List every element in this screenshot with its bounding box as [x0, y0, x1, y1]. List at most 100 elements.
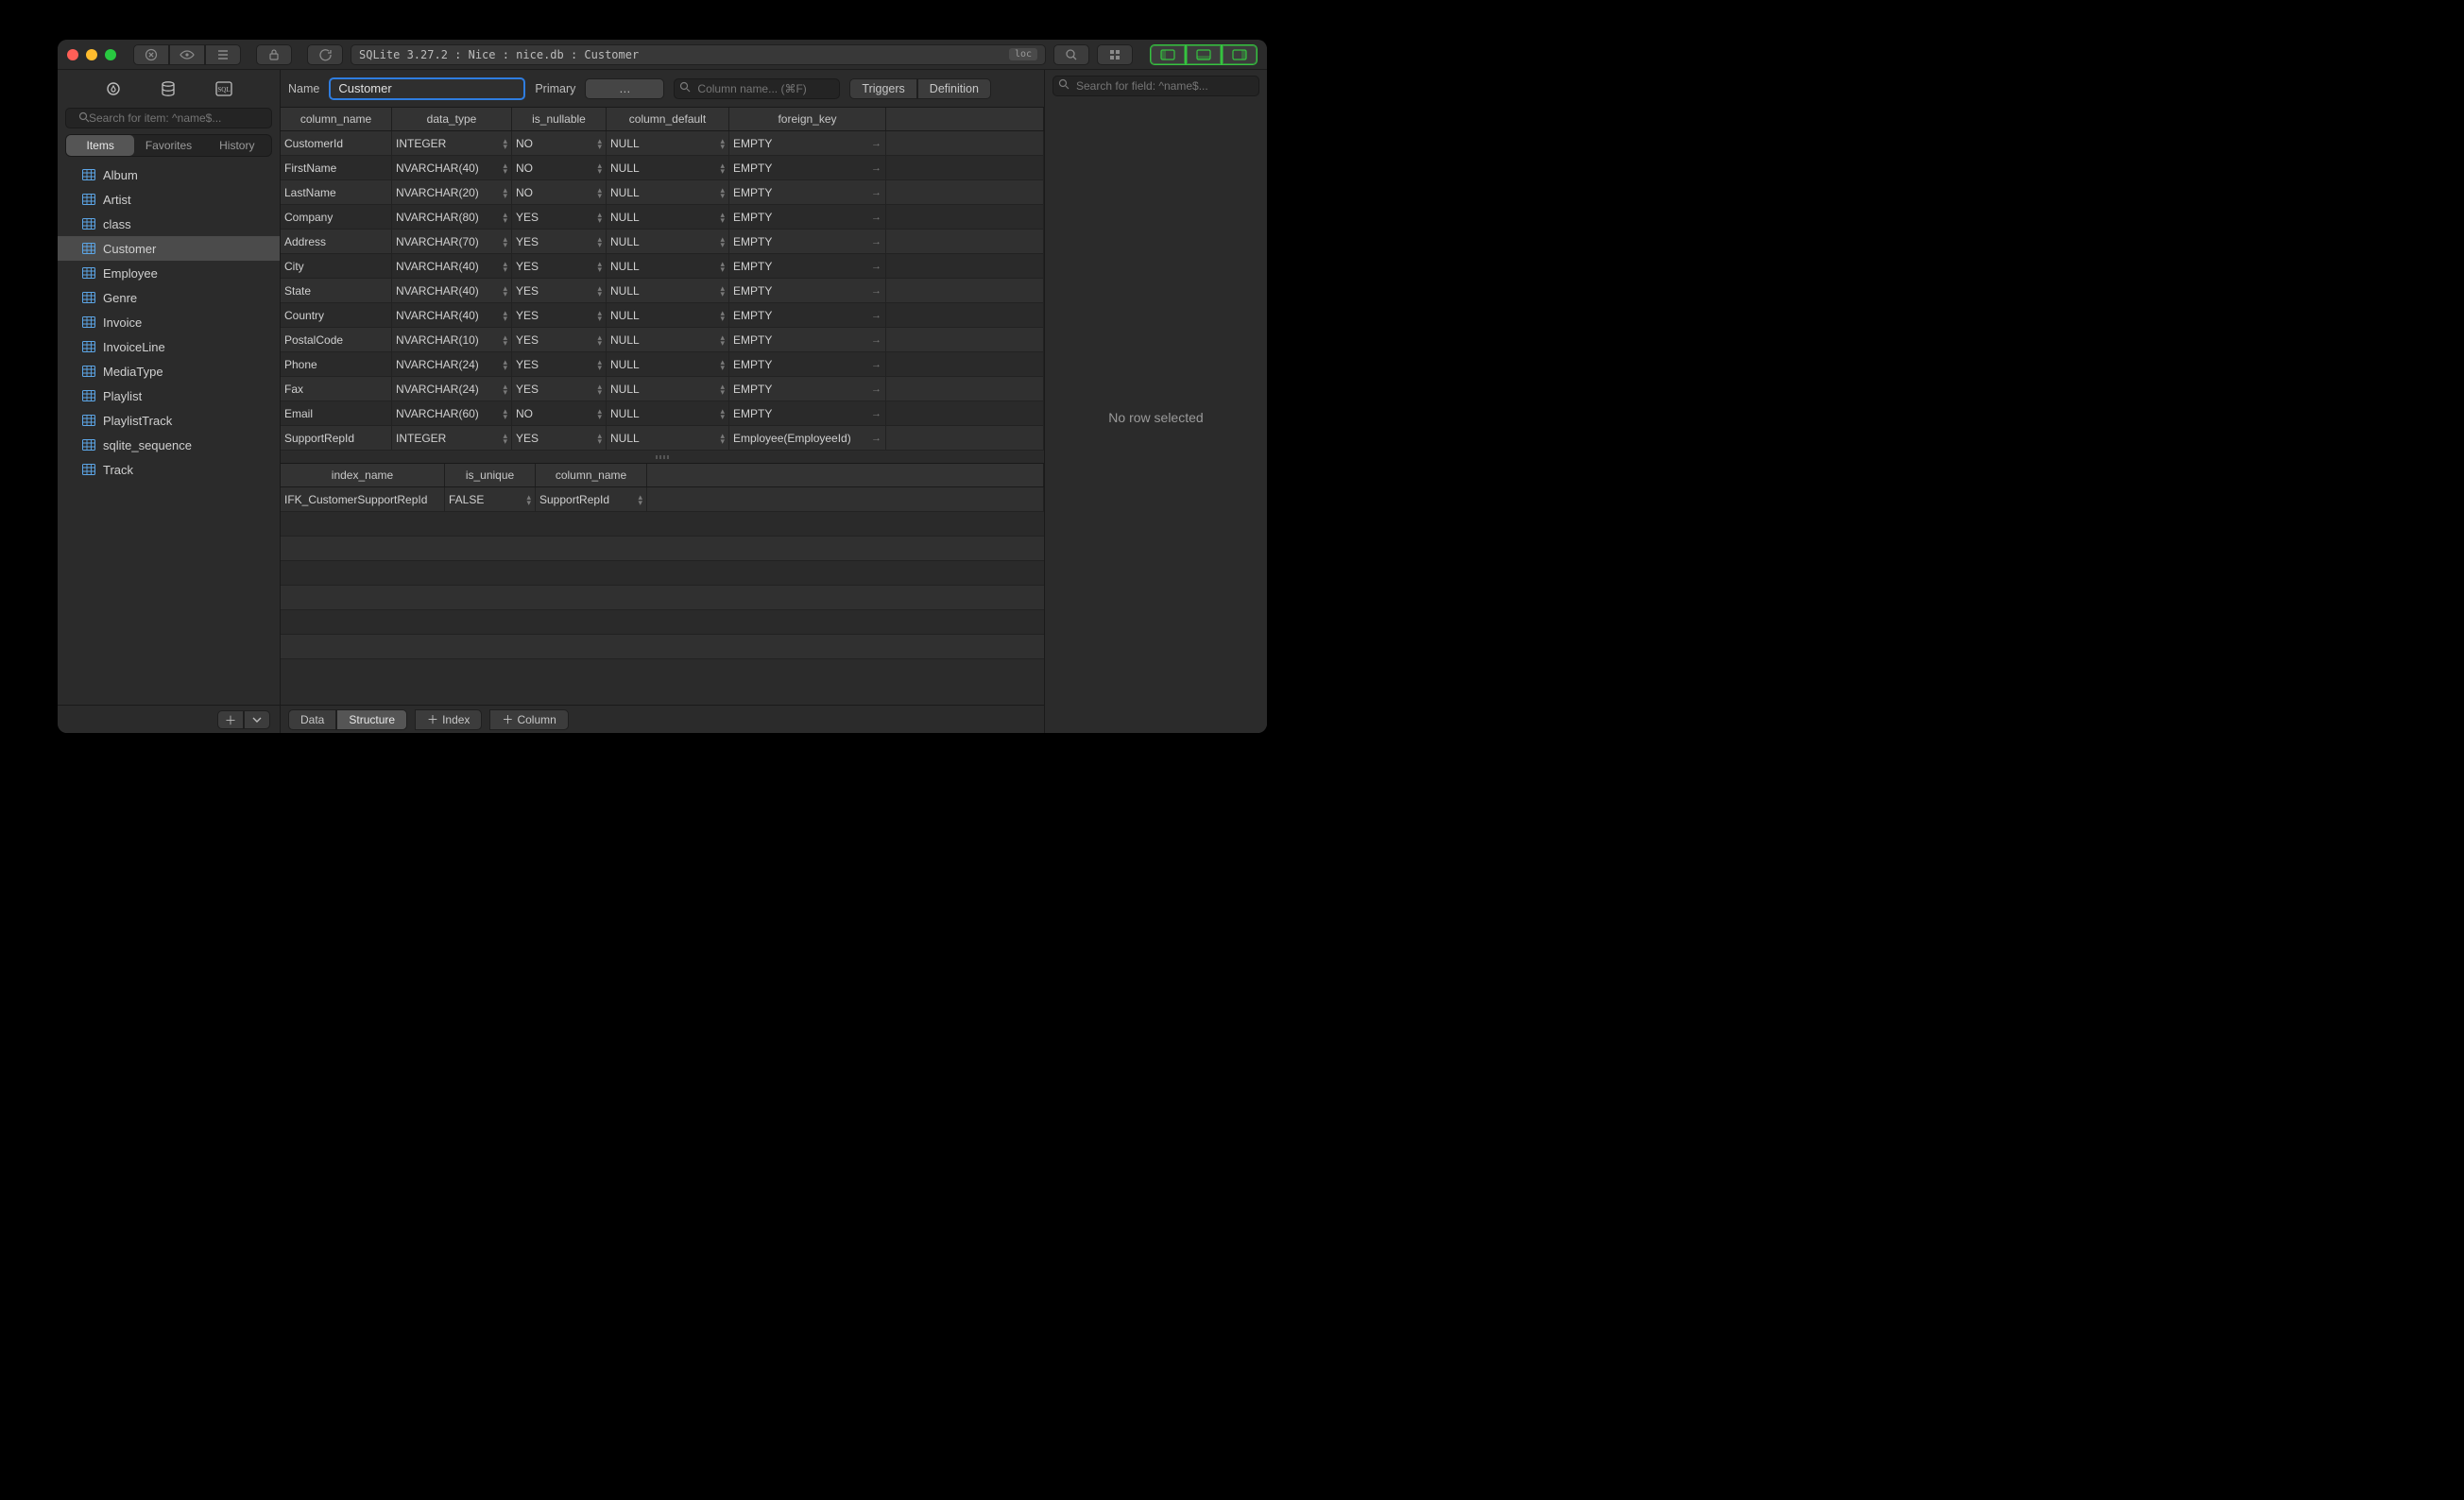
stepper-icon[interactable]: ▴▾	[720, 138, 725, 149]
col-header[interactable]: foreign_key	[729, 108, 886, 130]
stepper-icon[interactable]: ▴▾	[597, 187, 602, 198]
table-row[interactable]: CustomerIdINTEGER▴▾NO▴▾NULL▴▾EMPTY→	[281, 131, 1044, 156]
arrow-right-icon[interactable]: →	[871, 261, 881, 272]
stepper-icon[interactable]: ▴▾	[720, 334, 725, 346]
arrow-right-icon[interactable]: →	[871, 138, 881, 149]
stepper-icon[interactable]: ▴▾	[720, 433, 725, 444]
idx-header[interactable]: column_name	[536, 464, 647, 486]
stepper-icon[interactable]: ▴▾	[597, 138, 602, 149]
table-row[interactable]: CityNVARCHAR(40)▴▾YES▴▾NULL▴▾EMPTY→	[281, 254, 1044, 279]
idx-header[interactable]: is_unique	[445, 464, 536, 486]
arrow-right-icon[interactable]: →	[871, 212, 881, 223]
col-header[interactable]: column_name	[281, 108, 392, 130]
stepper-icon[interactable]: ▴▾	[503, 359, 507, 370]
table-row[interactable]: IFK_CustomerSupportRepIdFALSE▴▾SupportRe…	[281, 487, 1044, 512]
sidebar-item-invoiceline[interactable]: InvoiceLine	[58, 334, 280, 359]
stepper-icon[interactable]: ▴▾	[597, 236, 602, 247]
layout-right-icon[interactable]	[1222, 44, 1258, 65]
arrow-right-icon[interactable]: →	[871, 359, 881, 370]
sidebar-item-invoice[interactable]: Invoice	[58, 310, 280, 334]
arrow-right-icon[interactable]: →	[871, 334, 881, 346]
splitter-handle[interactable]	[281, 451, 1044, 464]
col-header[interactable]: is_nullable	[512, 108, 607, 130]
column-search-input[interactable]	[674, 78, 840, 99]
stepper-icon[interactable]: ▴▾	[638, 494, 642, 505]
stepper-icon[interactable]: ▴▾	[503, 334, 507, 346]
stepper-icon[interactable]: ▴▾	[503, 285, 507, 297]
sidebar-item-playlisttrack[interactable]: PlaylistTrack	[58, 408, 280, 433]
stepper-icon[interactable]: ▴▾	[597, 433, 602, 444]
layout-left-icon[interactable]	[1150, 44, 1186, 65]
stepper-icon[interactable]: ▴▾	[597, 359, 602, 370]
stepper-icon[interactable]: ▴▾	[503, 187, 507, 198]
table-row[interactable]: SupportRepIdINTEGER▴▾YES▴▾NULL▴▾Employee…	[281, 426, 1044, 451]
sidebar-item-track[interactable]: Track	[58, 457, 280, 482]
table-row[interactable]: AddressNVARCHAR(70)▴▾YES▴▾NULL▴▾EMPTY→	[281, 230, 1044, 254]
stepper-icon[interactable]: ▴▾	[720, 212, 725, 223]
sidebar-search-input[interactable]	[65, 108, 272, 128]
idx-header[interactable]: index_name	[281, 464, 445, 486]
table-row[interactable]: PhoneNVARCHAR(24)▴▾YES▴▾NULL▴▾EMPTY→	[281, 352, 1044, 377]
sidebar-item-sqlite_sequence[interactable]: sqlite_sequence	[58, 433, 280, 457]
tab-items[interactable]: Items	[66, 135, 134, 156]
minimize-window[interactable]	[86, 49, 97, 60]
table-row[interactable]: LastNameNVARCHAR(20)▴▾NO▴▾NULL▴▾EMPTY→	[281, 180, 1044, 205]
sidebar-item-playlist[interactable]: Playlist	[58, 384, 280, 408]
table-row[interactable]: EmailNVARCHAR(60)▴▾NO▴▾NULL▴▾EMPTY→	[281, 401, 1044, 426]
stepper-icon[interactable]: ▴▾	[597, 285, 602, 297]
grid-icon[interactable]	[1097, 44, 1133, 65]
table-row[interactable]: PostalCodeNVARCHAR(10)▴▾YES▴▾NULL▴▾EMPTY…	[281, 328, 1044, 352]
stepper-icon[interactable]: ▴▾	[720, 162, 725, 174]
stepper-icon[interactable]: ▴▾	[720, 408, 725, 419]
sidebar-item-employee[interactable]: Employee	[58, 261, 280, 285]
data-tab[interactable]: Data	[288, 709, 336, 730]
stepper-icon[interactable]: ▴▾	[597, 408, 602, 419]
stepper-icon[interactable]: ▴▾	[597, 162, 602, 174]
table-row[interactable]: CountryNVARCHAR(40)▴▾YES▴▾NULL▴▾EMPTY→	[281, 303, 1044, 328]
stepper-icon[interactable]: ▴▾	[503, 162, 507, 174]
arrow-right-icon[interactable]: →	[871, 433, 881, 444]
table-name-input[interactable]	[329, 77, 525, 100]
stepper-icon[interactable]: ▴▾	[503, 261, 507, 272]
stepper-icon[interactable]: ▴▾	[597, 310, 602, 321]
sidebar-item-customer[interactable]: Customer	[58, 236, 280, 261]
stepper-icon[interactable]: ▴▾	[503, 138, 507, 149]
table-row[interactable]: CompanyNVARCHAR(80)▴▾YES▴▾NULL▴▾EMPTY→	[281, 205, 1044, 230]
col-header[interactable]: data_type	[392, 108, 512, 130]
structure-tab[interactable]: Structure	[336, 709, 407, 730]
add-column-button[interactable]: ＋Column	[489, 709, 568, 730]
stepper-icon[interactable]: ▴▾	[720, 310, 725, 321]
stepper-icon[interactable]: ▴▾	[503, 310, 507, 321]
stepper-icon[interactable]: ▴▾	[503, 384, 507, 395]
stepper-icon[interactable]: ▴▾	[720, 359, 725, 370]
tab-favorites[interactable]: Favorites	[134, 135, 202, 156]
stepper-icon[interactable]: ▴▾	[720, 187, 725, 198]
stepper-icon[interactable]: ▴▾	[503, 408, 507, 419]
add-index-button[interactable]: ＋Index	[415, 709, 482, 730]
close-window[interactable]	[67, 49, 78, 60]
table-row[interactable]: FirstNameNVARCHAR(40)▴▾NO▴▾NULL▴▾EMPTY→	[281, 156, 1044, 180]
add-button[interactable]: ＋	[217, 710, 244, 729]
stepper-icon[interactable]: ▴▾	[597, 384, 602, 395]
arrow-right-icon[interactable]: →	[871, 236, 881, 247]
arrow-right-icon[interactable]: →	[871, 187, 881, 198]
stepper-icon[interactable]: ▴▾	[597, 334, 602, 346]
arrow-right-icon[interactable]: →	[871, 310, 881, 321]
arrow-right-icon[interactable]: →	[871, 384, 881, 395]
lock-icon[interactable]	[256, 44, 292, 65]
stepper-icon[interactable]: ▴▾	[720, 285, 725, 297]
sidebar-item-genre[interactable]: Genre	[58, 285, 280, 310]
arrow-right-icon[interactable]: →	[871, 408, 881, 419]
search-icon[interactable]	[1053, 44, 1089, 65]
triggers-button[interactable]: Triggers	[849, 78, 916, 99]
stepper-icon[interactable]: ▴▾	[503, 236, 507, 247]
stepper-icon[interactable]: ▴▾	[597, 212, 602, 223]
sidebar-item-class[interactable]: class	[58, 212, 280, 236]
stepper-icon[interactable]: ▴▾	[720, 384, 725, 395]
stepper-icon[interactable]: ▴▾	[503, 433, 507, 444]
refresh-icon[interactable]	[307, 44, 343, 65]
col-header[interactable]: column_default	[607, 108, 729, 130]
eye-icon[interactable]	[169, 44, 205, 65]
zoom-window[interactable]	[105, 49, 116, 60]
sql-icon[interactable]: SQL	[215, 80, 232, 97]
